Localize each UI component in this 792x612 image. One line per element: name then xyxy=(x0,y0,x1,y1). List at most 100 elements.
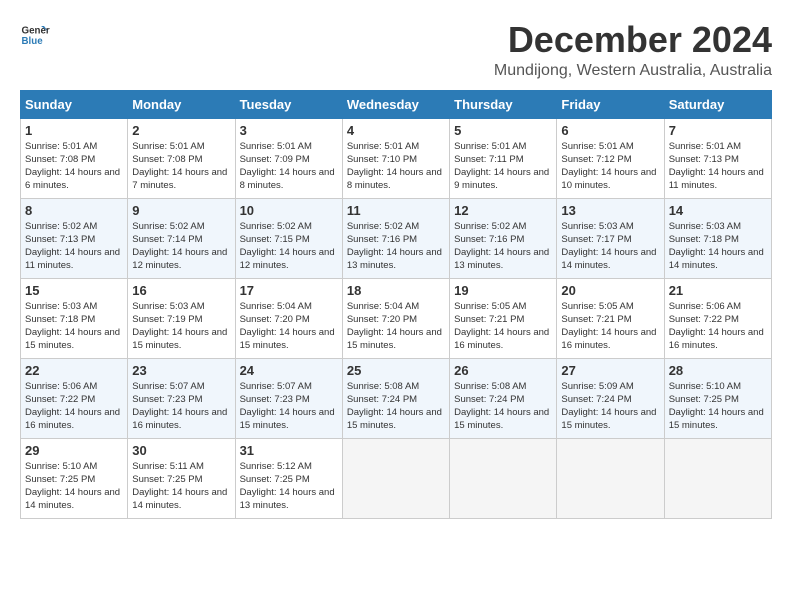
calendar-week-3: 15Sunrise: 5:03 AMSunset: 7:18 PMDayligh… xyxy=(21,278,772,358)
day-number: 5 xyxy=(454,123,552,138)
day-number: 3 xyxy=(240,123,338,138)
calendar-cell: 31Sunrise: 5:12 AMSunset: 7:25 PMDayligh… xyxy=(235,438,342,518)
calendar-cell: 22 Sunrise: 5:06 AMSunset: 7:22 PMDayligh… xyxy=(21,358,128,438)
col-header-thursday: Thursday xyxy=(450,90,557,118)
day-info: Sunrise: 5:03 AMSunset: 7:18 PMDaylight:… xyxy=(669,220,767,273)
day-info: Sunrise: 5:10 AMSunset: 7:25 PMDaylight:… xyxy=(25,460,123,513)
col-header-wednesday: Wednesday xyxy=(342,90,449,118)
day-number: 24 xyxy=(240,363,338,378)
calendar-table: SundayMondayTuesdayWednesdayThursdayFrid… xyxy=(20,90,772,519)
calendar-cell xyxy=(450,438,557,518)
day-info: Sunrise: 5:01 AMSunset: 7:08 PMDaylight:… xyxy=(25,140,123,193)
col-header-tuesday: Tuesday xyxy=(235,90,342,118)
day-number: 17 xyxy=(240,283,338,298)
calendar-cell: 17 Sunrise: 5:04 AMSunset: 7:20 PMDayligh… xyxy=(235,278,342,358)
logo: General Blue xyxy=(20,20,50,50)
day-info: Sunrise: 5:02 AMSunset: 7:16 PMDaylight:… xyxy=(454,220,552,273)
calendar-cell: 18 Sunrise: 5:04 AMSunset: 7:20 PMDayligh… xyxy=(342,278,449,358)
day-number: 14 xyxy=(669,203,767,218)
day-number: 10 xyxy=(240,203,338,218)
day-info: Sunrise: 5:08 AMSunset: 7:24 PMDaylight:… xyxy=(454,380,552,433)
calendar-cell: 12 Sunrise: 5:02 AMSunset: 7:16 PMDayligh… xyxy=(450,198,557,278)
day-info: Sunrise: 5:09 AMSunset: 7:24 PMDaylight:… xyxy=(561,380,659,433)
day-number: 30 xyxy=(132,443,230,458)
calendar-week-5: 29 Sunrise: 5:10 AMSunset: 7:25 PMDayligh… xyxy=(21,438,772,518)
calendar-cell: 3 Sunrise: 5:01 AMSunset: 7:09 PMDaylight… xyxy=(235,118,342,198)
day-number: 15 xyxy=(25,283,123,298)
day-info: Sunrise: 5:06 AMSunset: 7:22 PMDaylight:… xyxy=(669,300,767,353)
day-number: 11 xyxy=(347,203,445,218)
day-number: 12 xyxy=(454,203,552,218)
calendar-cell: 14 Sunrise: 5:03 AMSunset: 7:18 PMDayligh… xyxy=(664,198,771,278)
day-number: 29 xyxy=(25,443,123,458)
col-header-friday: Friday xyxy=(557,90,664,118)
month-title: December 2024 xyxy=(494,20,772,60)
day-number: 6 xyxy=(561,123,659,138)
day-number: 25 xyxy=(347,363,445,378)
calendar-cell xyxy=(342,438,449,518)
calendar-cell: 5 Sunrise: 5:01 AMSunset: 7:11 PMDaylight… xyxy=(450,118,557,198)
calendar-cell: 11 Sunrise: 5:02 AMSunset: 7:16 PMDayligh… xyxy=(342,198,449,278)
svg-text:Blue: Blue xyxy=(22,36,44,47)
calendar-week-1: 1 Sunrise: 5:01 AMSunset: 7:08 PMDaylight… xyxy=(21,118,772,198)
calendar-cell: 15Sunrise: 5:03 AMSunset: 7:18 PMDayligh… xyxy=(21,278,128,358)
col-header-monday: Monday xyxy=(128,90,235,118)
day-number: 13 xyxy=(561,203,659,218)
day-number: 7 xyxy=(669,123,767,138)
calendar-cell: 16Sunrise: 5:03 AMSunset: 7:19 PMDayligh… xyxy=(128,278,235,358)
calendar-cell: 26 Sunrise: 5:08 AMSunset: 7:24 PMDayligh… xyxy=(450,358,557,438)
calendar-week-2: 8 Sunrise: 5:02 AMSunset: 7:13 PMDaylight… xyxy=(21,198,772,278)
day-number: 4 xyxy=(347,123,445,138)
day-number: 31 xyxy=(240,443,338,458)
day-number: 18 xyxy=(347,283,445,298)
calendar-cell: 13 Sunrise: 5:03 AMSunset: 7:17 PMDayligh… xyxy=(557,198,664,278)
calendar-cell: 10 Sunrise: 5:02 AMSunset: 7:15 PMDayligh… xyxy=(235,198,342,278)
calendar-cell: 2 Sunrise: 5:01 AMSunset: 7:08 PMDaylight… xyxy=(128,118,235,198)
day-info: Sunrise: 5:04 AMSunset: 7:20 PMDaylight:… xyxy=(240,300,338,353)
calendar-cell: 20 Sunrise: 5:05 AMSunset: 7:21 PMDayligh… xyxy=(557,278,664,358)
calendar-cell: 4 Sunrise: 5:01 AMSunset: 7:10 PMDaylight… xyxy=(342,118,449,198)
calendar-cell: 30 Sunrise: 5:11 AMSunset: 7:25 PMDayligh… xyxy=(128,438,235,518)
day-info: Sunrise: 5:01 AMSunset: 7:10 PMDaylight:… xyxy=(347,140,445,193)
day-number: 20 xyxy=(561,283,659,298)
day-info: Sunrise: 5:03 AMSunset: 7:17 PMDaylight:… xyxy=(561,220,659,273)
day-info: Sunrise: 5:02 AMSunset: 7:16 PMDaylight:… xyxy=(347,220,445,273)
logo-icon: General Blue xyxy=(20,20,50,50)
day-number: 28 xyxy=(669,363,767,378)
svg-text:General: General xyxy=(22,26,51,37)
day-info: Sunrise: 5:11 AMSunset: 7:25 PMDaylight:… xyxy=(132,460,230,513)
day-info: Sunrise: 5:10 AMSunset: 7:25 PMDaylight:… xyxy=(669,380,767,433)
calendar-cell: 29 Sunrise: 5:10 AMSunset: 7:25 PMDayligh… xyxy=(21,438,128,518)
day-info: Sunrise: 5:01 AMSunset: 7:08 PMDaylight:… xyxy=(132,140,230,193)
day-info: Sunrise: 5:01 AMSunset: 7:12 PMDaylight:… xyxy=(561,140,659,193)
day-number: 8 xyxy=(25,203,123,218)
day-number: 21 xyxy=(669,283,767,298)
day-number: 26 xyxy=(454,363,552,378)
day-info: Sunrise: 5:02 AMSunset: 7:15 PMDaylight:… xyxy=(240,220,338,273)
day-info: Sunrise: 5:02 AMSunset: 7:13 PMDaylight:… xyxy=(25,220,123,273)
calendar-cell: 21 Sunrise: 5:06 AMSunset: 7:22 PMDayligh… xyxy=(664,278,771,358)
day-info: Sunrise: 5:04 AMSunset: 7:20 PMDaylight:… xyxy=(347,300,445,353)
day-info: Sunrise: 5:01 AMSunset: 7:09 PMDaylight:… xyxy=(240,140,338,193)
day-info: Sunrise: 5:01 AMSunset: 7:11 PMDaylight:… xyxy=(454,140,552,193)
day-info: Sunrise: 5:05 AMSunset: 7:21 PMDaylight:… xyxy=(454,300,552,353)
calendar-cell xyxy=(557,438,664,518)
col-header-saturday: Saturday xyxy=(664,90,771,118)
day-info: Sunrise: 5:05 AMSunset: 7:21 PMDaylight:… xyxy=(561,300,659,353)
location-title: Mundijong, Western Australia, Australia xyxy=(494,62,772,80)
day-info: Sunrise: 5:01 AMSunset: 7:13 PMDaylight:… xyxy=(669,140,767,193)
day-number: 19 xyxy=(454,283,552,298)
calendar-cell: 23Sunrise: 5:07 AMSunset: 7:23 PMDayligh… xyxy=(128,358,235,438)
calendar-cell: 28 Sunrise: 5:10 AMSunset: 7:25 PMDayligh… xyxy=(664,358,771,438)
day-info: Sunrise: 5:06 AMSunset: 7:22 PMDaylight:… xyxy=(25,380,123,433)
calendar-cell: 24Sunrise: 5:07 AMSunset: 7:23 PMDayligh… xyxy=(235,358,342,438)
page-header: General Blue December 2024 Mundijong, We… xyxy=(20,20,772,80)
day-info: Sunrise: 5:07 AMSunset: 7:23 PMDaylight:… xyxy=(132,380,230,433)
day-number: 2 xyxy=(132,123,230,138)
calendar-cell: 7 Sunrise: 5:01 AMSunset: 7:13 PMDaylight… xyxy=(664,118,771,198)
calendar-week-4: 22 Sunrise: 5:06 AMSunset: 7:22 PMDayligh… xyxy=(21,358,772,438)
day-number: 1 xyxy=(25,123,123,138)
day-info: Sunrise: 5:03 AMSunset: 7:19 PMDaylight:… xyxy=(132,300,230,353)
day-number: 22 xyxy=(25,363,123,378)
calendar-cell: 25Sunrise: 5:08 AMSunset: 7:24 PMDayligh… xyxy=(342,358,449,438)
